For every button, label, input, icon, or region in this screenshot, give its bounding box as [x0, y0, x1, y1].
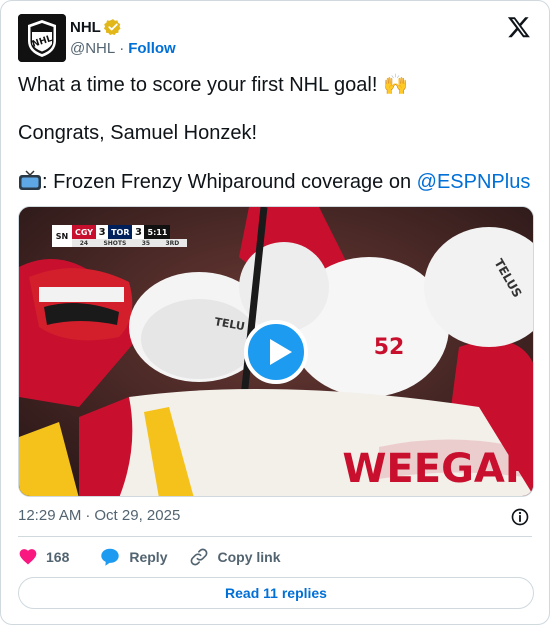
like-count: 168	[46, 549, 70, 565]
shots-2: 35	[141, 239, 151, 247]
scorebug: SN CGY 3 TOR 3 5:11 24 SHOTS 35 3RD	[52, 225, 187, 247]
copy-link-label: Copy link	[217, 549, 281, 565]
reply-label: Reply	[129, 549, 168, 565]
heart-icon	[19, 549, 37, 565]
reply-button[interactable]: Reply	[99, 546, 167, 568]
score-1: 3	[96, 225, 109, 239]
reply-bubble-icon	[101, 548, 120, 566]
game-clock: 5:11	[144, 225, 171, 239]
shots-1: 24	[79, 239, 89, 247]
link-icon	[191, 548, 208, 566]
team-1: CGY	[72, 225, 97, 239]
period: 3RD	[165, 239, 180, 247]
action-bar: 168 Reply Copy link	[18, 545, 303, 569]
network-logo: SN	[52, 225, 72, 247]
nhl-shield-logo-icon: NHL	[18, 14, 66, 62]
shots-label: SHOTS	[103, 239, 127, 247]
score-2: 3	[132, 225, 145, 239]
post-text-line-3: : Frozen Frenzy Whiparound coverage on @…	[18, 170, 538, 194]
separator-dot: ·	[85, 507, 91, 524]
post-text-line-2: Congrats, Samuel Honzek!	[18, 122, 258, 144]
post-text-line-3-prefix: : Frozen Frenzy Whiparound coverage on	[42, 171, 417, 193]
follow-button[interactable]: Follow	[128, 40, 176, 57]
x-logo-icon[interactable]	[507, 15, 531, 39]
verified-badge-icon	[103, 19, 121, 36]
read-replies-button[interactable]: Read 11 replies	[18, 577, 534, 609]
post-date[interactable]: Oct 29, 2025	[94, 507, 180, 524]
svg-text:52: 52	[374, 335, 405, 360]
play-button[interactable]	[244, 320, 308, 384]
jersey-name: WEEGAR	[342, 446, 534, 492]
separator-dot: ·	[119, 39, 125, 57]
author-handle[interactable]: @NHL	[70, 40, 115, 57]
embedded-post-card: NHL NHL @NHL · Follow What a time to sco…	[0, 0, 550, 625]
video-thumbnail[interactable]: 52 TELUS TELU WEEGAR SN CGY 3 TOR 3 5:11…	[18, 206, 534, 497]
copy-link-button[interactable]: Copy link	[189, 547, 281, 567]
timestamp[interactable]: 12:29 AM · Oct 29, 2025	[18, 507, 180, 524]
television-icon	[19, 170, 41, 190]
post-time[interactable]: 12:29 AM	[18, 507, 81, 524]
avatar[interactable]: NHL	[18, 14, 66, 62]
divider	[18, 536, 532, 537]
post-text-line-1: What a time to score your first NHL goal…	[18, 74, 408, 96]
play-icon	[270, 339, 292, 365]
author-info: NHL @NHL · Follow	[70, 17, 176, 59]
author-name[interactable]: NHL	[70, 19, 101, 36]
like-button[interactable]: 168	[18, 547, 69, 567]
info-icon[interactable]	[510, 507, 530, 527]
mention-link[interactable]: @ESPNPlus	[417, 171, 531, 193]
team-2: TOR	[108, 225, 133, 239]
shots-row: 24 SHOTS 35 3RD	[72, 239, 187, 247]
